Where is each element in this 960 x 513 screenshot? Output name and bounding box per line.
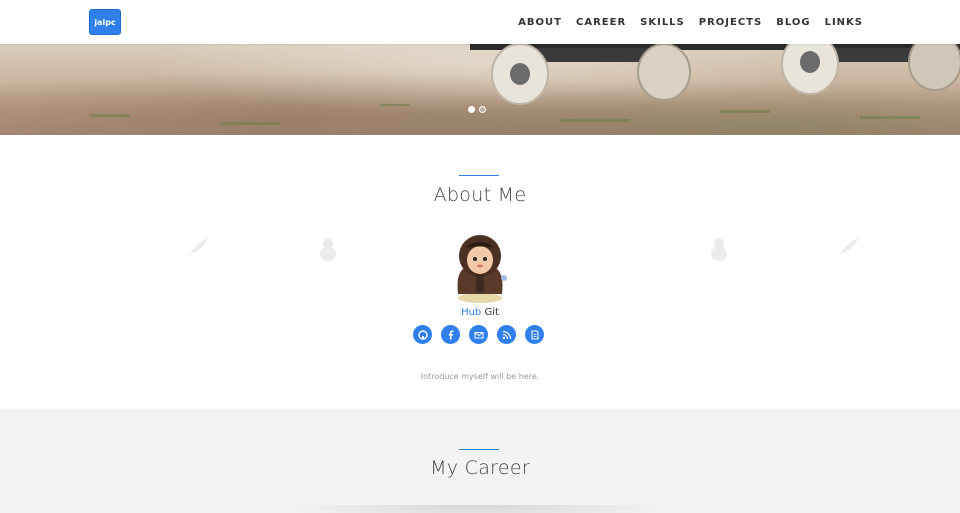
rss-icon [502,330,511,339]
resume-link[interactable] [525,325,544,344]
carousel-dot-2[interactable] [479,106,486,113]
profile-name: Hub Git [0,307,960,318]
github-icon [417,329,428,340]
hero-carousel [0,44,960,135]
about-section: About Me Hub Git Introduce myself will b… [0,135,960,409]
email-icon [474,331,483,338]
avatar [457,235,507,303]
skateboard-image [90,44,960,125]
career-card-shadow [278,505,678,513]
feather-icon [188,238,208,256]
linux-penguin-icon [711,238,727,261]
name-part-1: Hub [461,307,482,318]
nav-skills[interactable]: SKILLS [640,17,685,28]
career-section: My Career [0,409,960,513]
title-divider [459,175,499,176]
main-menu: ABOUT CAREER SKILLS PROJECTS BLOG LINKS [518,0,863,44]
navbar: jalpc ABOUT CAREER SKILLS PROJECTS BLOG … [0,0,960,44]
nav-links[interactable]: LINKS [825,17,863,28]
about-title: About Me [433,184,527,206]
email-link[interactable] [469,325,488,344]
carousel-indicators [468,106,486,113]
rss-link[interactable] [497,325,516,344]
title-divider [459,449,499,450]
nav-career[interactable]: CAREER [576,17,626,28]
name-part-2: Git [484,307,499,318]
resume-icon [531,330,538,339]
nav-projects[interactable]: PROJECTS [699,17,762,28]
nav-blog[interactable]: BLOG [776,17,810,28]
intro-text: Introduce myself will be here. [420,372,540,381]
linux-penguin-icon [320,238,336,261]
logo-button[interactable]: jalpc [89,9,121,35]
github-link[interactable] [413,325,432,344]
feather-icon [838,238,858,256]
facebook-icon [448,330,453,339]
carousel-dot-1[interactable] [468,106,475,113]
nav-about[interactable]: ABOUT [518,17,562,28]
social-links [413,325,544,344]
facebook-link[interactable] [441,325,460,344]
career-title: My Career [430,457,530,479]
